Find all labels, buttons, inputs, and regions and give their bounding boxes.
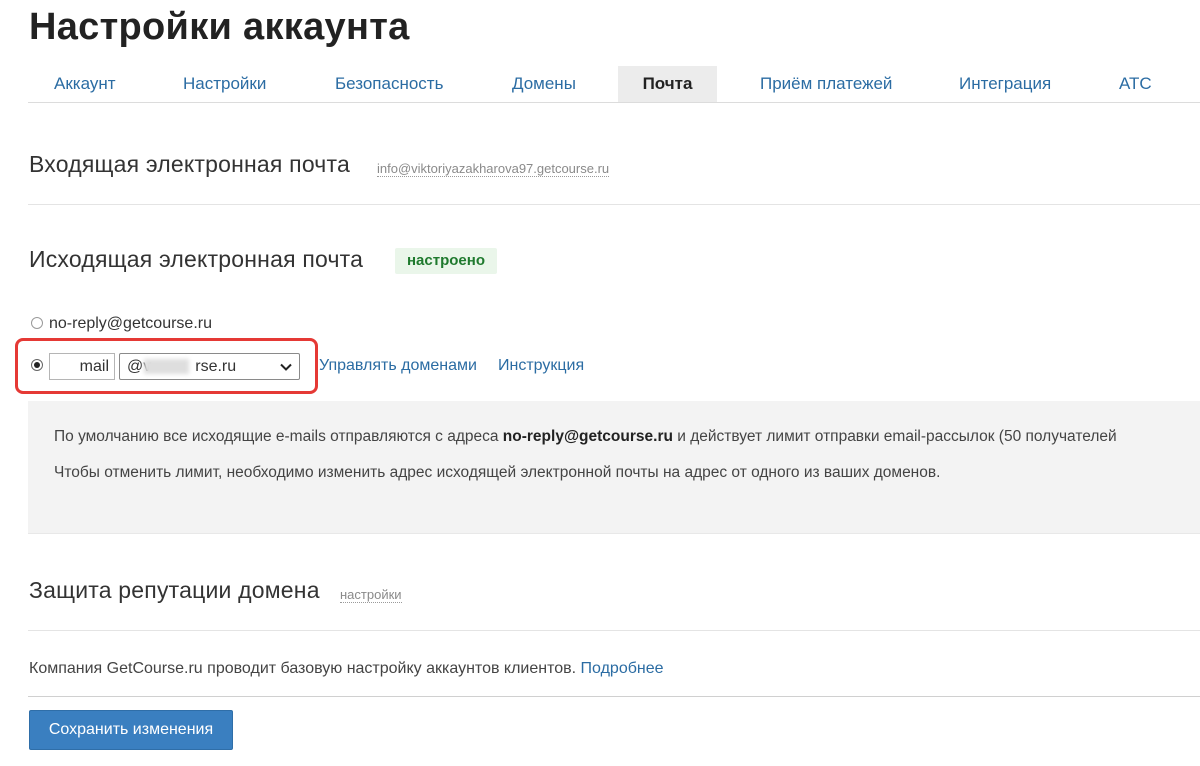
section-divider bbox=[28, 204, 1200, 205]
tab-payments[interactable]: Приём платежей bbox=[760, 66, 892, 102]
radio-default-sender[interactable] bbox=[31, 317, 43, 329]
outgoing-info-panel: По умолчанию все исходящие e-mails отпра… bbox=[28, 401, 1200, 534]
tab-pbx[interactable]: АТС bbox=[1119, 66, 1152, 102]
reputation-title: Защита репутации домена bbox=[29, 577, 320, 603]
info-line-cancel-limit: Чтобы отменить лимит, необходимо изменит… bbox=[54, 464, 941, 481]
domain-select[interactable]: @v rse.ru bbox=[119, 353, 300, 380]
tab-mail[interactable]: Почта bbox=[618, 66, 717, 102]
more-link[interactable]: Подробнее bbox=[581, 660, 664, 677]
page-title: Настройки аккаунта bbox=[29, 6, 410, 48]
status-badge: настроено bbox=[395, 248, 497, 274]
default-sender-label[interactable]: no-reply@getcourse.ru bbox=[49, 315, 212, 333]
section-divider bbox=[28, 630, 1200, 631]
tab-domains[interactable]: Домены bbox=[512, 66, 576, 102]
reputation-settings-link[interactable]: настройки bbox=[340, 587, 402, 603]
footer-divider bbox=[28, 696, 1200, 697]
outgoing-mail-title: Исходящая электронная почта bbox=[29, 246, 364, 272]
settings-tabs: Аккаунт Настройки Безопасность Домены По… bbox=[28, 66, 1200, 103]
mail-local-part-input[interactable]: mail bbox=[49, 353, 115, 380]
redacted-blur bbox=[144, 359, 189, 374]
tab-account[interactable]: Аккаунт bbox=[54, 66, 116, 102]
chevron-down-icon bbox=[280, 363, 292, 371]
radio-custom-sender[interactable] bbox=[31, 359, 43, 371]
tab-settings[interactable]: Настройки bbox=[183, 66, 266, 102]
info-line-limit: По умолчанию все исходящие e-mails отпра… bbox=[54, 428, 1117, 445]
tab-integration[interactable]: Интеграция bbox=[959, 66, 1051, 102]
incoming-mail-address[interactable]: info@viktoriyazakharova97.getcourse.ru bbox=[377, 161, 610, 177]
account-settings-page: Настройки аккаунта Аккаунт Настройки Без… bbox=[0, 0, 1200, 766]
incoming-mail-title: Входящая электронная почта bbox=[29, 151, 350, 177]
footer-note: Компания GetCourse.ru проводит базовую н… bbox=[29, 660, 664, 677]
tab-security[interactable]: Безопасность bbox=[335, 66, 443, 102]
save-button[interactable]: Сохранить изменения bbox=[29, 710, 233, 750]
instruction-link[interactable]: Инструкция bbox=[498, 357, 584, 375]
manage-domains-link[interactable]: Управлять доменами bbox=[319, 357, 477, 375]
